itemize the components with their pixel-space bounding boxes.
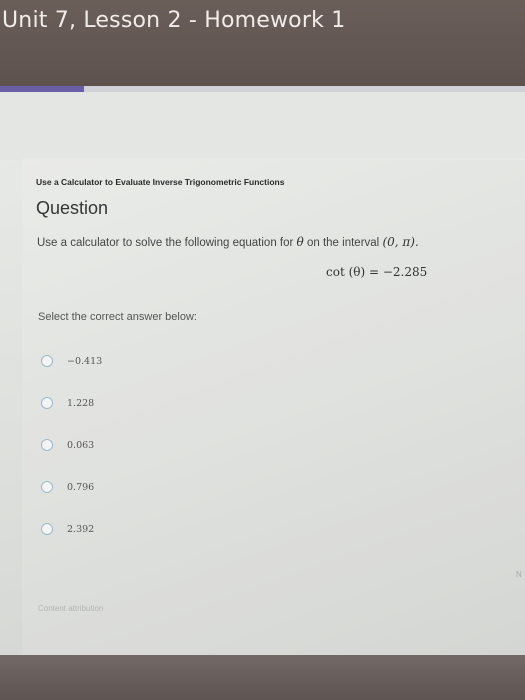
question-text: Use a calculator to solve the following … xyxy=(37,235,419,249)
bottom-frame xyxy=(0,655,525,700)
answer-option-5[interactable]: 2.392 xyxy=(41,521,94,537)
radio-button[interactable] xyxy=(41,523,53,535)
select-prompt: Select the correct answer below: xyxy=(38,311,197,323)
content-attribution-link[interactable]: Content attribution xyxy=(38,604,103,613)
radio-button[interactable] xyxy=(41,355,53,367)
page-title: Unit 7, Lesson 2 - Homework 1 xyxy=(2,8,346,33)
equation: cot (θ) = −2.285 xyxy=(326,265,427,279)
answer-option-3[interactable]: 0.063 xyxy=(41,437,94,453)
answer-label: 0.063 xyxy=(67,439,95,451)
skill-label: Use a Calculator to Evaluate Inverse Tri… xyxy=(36,177,285,187)
equation-lhs: cot (θ) xyxy=(326,265,366,279)
answer-label: 0.796 xyxy=(67,481,95,493)
radio-button[interactable] xyxy=(41,439,53,451)
question-text-after: on the interval xyxy=(306,237,380,249)
equation-rhs: = −2.285 xyxy=(369,265,428,279)
answer-option-1[interactable]: −0.413 xyxy=(41,353,102,369)
variable-theta: θ xyxy=(296,235,304,249)
header-bar: Unit 7, Lesson 2 - Homework 1 xyxy=(0,0,525,86)
answer-label: −0.413 xyxy=(67,355,103,367)
radio-button[interactable] xyxy=(41,397,53,409)
interval: (0, π). xyxy=(382,235,419,249)
edge-text: N xyxy=(516,570,522,579)
lesson-band xyxy=(0,92,525,160)
answer-option-2[interactable]: 1.228 xyxy=(41,395,94,411)
answer-option-4[interactable]: 0.796 xyxy=(41,479,94,495)
radio-button[interactable] xyxy=(41,481,53,493)
question-heading: Question xyxy=(36,198,109,218)
question-text-before: Use a calculator to solve the following … xyxy=(37,237,294,249)
answer-label: 2.392 xyxy=(67,523,95,535)
answer-label: 1.228 xyxy=(67,397,95,409)
